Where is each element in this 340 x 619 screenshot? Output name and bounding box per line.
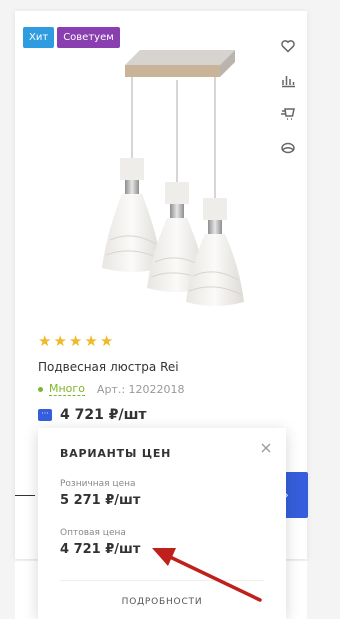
quantity-divider: [15, 495, 35, 496]
product-price: 4 721 ₽/шт: [60, 407, 147, 423]
retail-price: 5 271 ₽/шт: [60, 493, 141, 508]
price-row: ··· 4 721 ₽/шт: [38, 407, 147, 423]
action-icons: [276, 34, 300, 170]
star-icon: ★: [68, 332, 83, 350]
star-icon: ★: [84, 332, 98, 350]
wholesale-price: 4 721 ₽/шт: [60, 542, 141, 557]
product-meta: Много Арт.: 12022018: [38, 382, 185, 396]
close-icon[interactable]: [260, 439, 272, 453]
stock-dot: [38, 386, 43, 392]
rating-stars: ★ ★ ★ ★ ★: [38, 334, 113, 349]
star-icon: ★: [99, 332, 114, 350]
annotation-arrow-icon: [152, 548, 262, 602]
product-title[interactable]: Подвесная люстра Rei: [38, 360, 179, 374]
stock-status[interactable]: Много: [49, 382, 85, 396]
star-icon: ★: [53, 332, 67, 350]
star-icon: ★: [38, 332, 52, 350]
popup-title: ВАРИАНТЫ ЦЕН: [60, 447, 172, 460]
price-variants-button[interactable]: ···: [38, 409, 52, 421]
heart-icon[interactable]: [276, 34, 300, 58]
badge-hit: Хит: [23, 27, 55, 48]
article-number: Арт.: 12022018: [96, 382, 185, 396]
retail-price-label: Розничная цена: [60, 479, 136, 489]
wholesale-price-label: Оптовая цена: [60, 528, 126, 538]
view-icon[interactable]: [276, 136, 300, 160]
cart-fast-icon[interactable]: [276, 102, 300, 126]
product-image[interactable]: [70, 40, 270, 320]
compare-icon[interactable]: [276, 68, 300, 92]
